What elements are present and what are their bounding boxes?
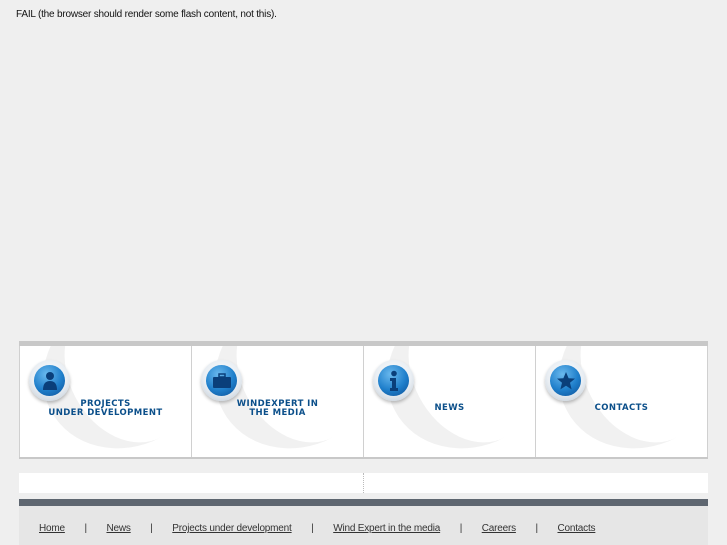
person-icon (29, 360, 70, 401)
tile-projects[interactable]: PROJECTS UNDER DEVELOPMENT (19, 346, 191, 457)
flash-fallback-message: FAIL (the browser should render some fla… (16, 9, 277, 20)
footer-separator: | (84, 523, 87, 534)
footer-separator: | (535, 523, 538, 534)
tile-label: NEWS (434, 403, 465, 413)
tile-label: WINDEXPERT IN THE MEDIA (236, 399, 319, 418)
footer-separator: | (150, 523, 153, 534)
footer-links: Home | News | Projects under development… (39, 523, 596, 534)
nav-tiles: PROJECTS UNDER DEVELOPMENT WINDEXPERT IN… (19, 341, 708, 459)
footer-link-contacts[interactable]: Contacts (557, 523, 595, 534)
star-icon (545, 360, 586, 401)
footer-link-home[interactable]: Home (39, 523, 65, 534)
info-icon (373, 360, 414, 401)
content-strip (19, 473, 708, 493)
footer: Home | News | Projects under development… (19, 506, 708, 545)
footer-bar (19, 499, 708, 506)
footer-link-careers[interactable]: Careers (482, 523, 516, 534)
footer-separator: | (459, 523, 463, 534)
tile-label: PROJECTS UNDER DEVELOPMENT (48, 399, 163, 418)
footer-link-projects[interactable]: Projects under development (172, 523, 292, 534)
tile-news[interactable]: NEWS (363, 346, 535, 457)
tile-media[interactable]: WINDEXPERT IN THE MEDIA (191, 346, 363, 457)
tile-contacts[interactable]: CONTACTS (535, 346, 708, 457)
tile-label: CONTACTS (594, 403, 649, 413)
footer-link-media[interactable]: Wind Expert in the media (333, 523, 440, 534)
briefcase-icon (201, 360, 242, 401)
footer-separator: | (311, 523, 314, 534)
footer-link-news[interactable]: News (106, 523, 130, 534)
strip-divider (363, 473, 364, 493)
